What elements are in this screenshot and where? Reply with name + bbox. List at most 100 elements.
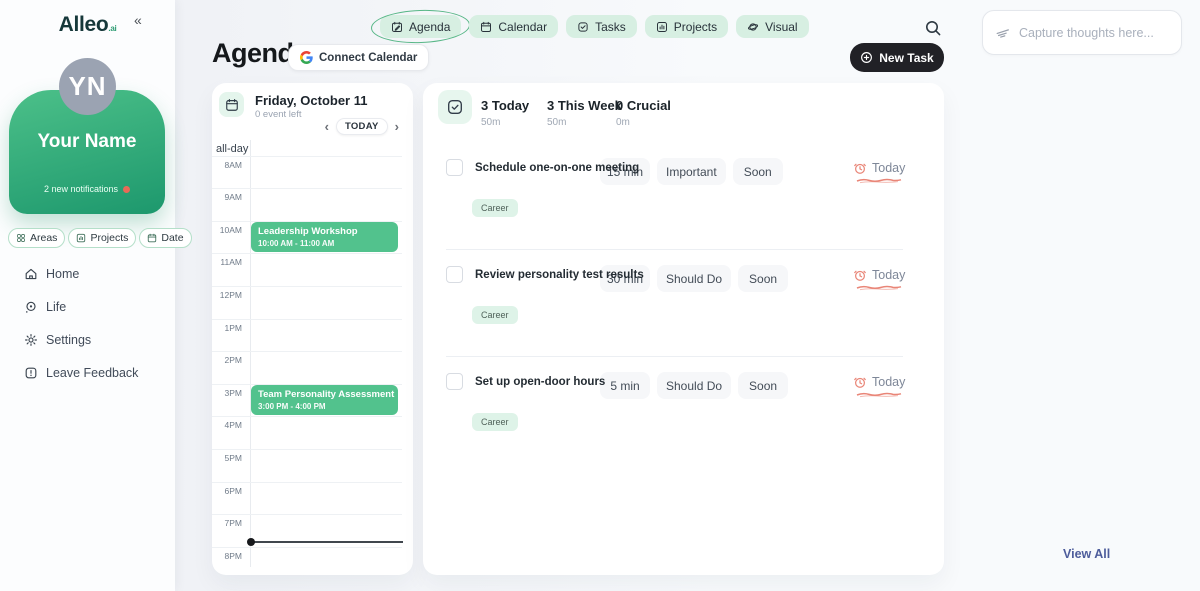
hour-label-6pm: 6PM (212, 486, 242, 496)
calendar-event[interactable]: Team Personality Assessment 3:00 PM - 4:… (251, 385, 398, 415)
hour-label-11am: 11AM (212, 257, 242, 267)
hour-line (212, 514, 402, 515)
event-time: 3:00 PM - 4:00 PM (258, 402, 391, 411)
due-label: Today (872, 161, 905, 175)
hour-label-12pm: 12PM (212, 290, 242, 300)
tab-tasks[interactable]: Tasks (566, 15, 637, 38)
scribble-icon (995, 25, 1011, 41)
task-checkbox[interactable] (446, 373, 463, 390)
priority-chip[interactable]: Should Do (657, 265, 731, 292)
task-tags: Career (472, 413, 518, 431)
tasks-icon (577, 21, 589, 33)
task-checkbox[interactable] (446, 159, 463, 176)
timing-chip[interactable]: Soon (738, 372, 788, 399)
filter-pill-projects[interactable]: Projects (68, 228, 136, 248)
timing-chip[interactable]: Soon (738, 265, 788, 292)
task-checkbox[interactable] (446, 266, 463, 283)
tag-career[interactable]: Career (472, 306, 518, 324)
hour-line (212, 449, 402, 450)
tag-career[interactable]: Career (472, 199, 518, 217)
task-due[interactable]: Today (853, 375, 905, 389)
plus-circle-icon (860, 51, 873, 64)
task-due[interactable]: Today (853, 268, 905, 282)
stat-duration: 50m (547, 117, 622, 128)
task-title[interactable]: Set up open-door hours (475, 376, 605, 388)
notification-dot (123, 186, 130, 193)
life-icon (24, 300, 38, 314)
tag-career[interactable]: Career (472, 413, 518, 431)
filter-pill-areas[interactable]: Areas (8, 228, 65, 248)
tab-visual[interactable]: Visual (736, 15, 808, 38)
stat-duration: 0m (616, 117, 671, 128)
task-due[interactable]: Today (853, 161, 905, 175)
search-icon[interactable] (924, 19, 942, 37)
alarm-icon (853, 375, 867, 389)
timing-chip[interactable]: Soon (733, 158, 783, 185)
event-time: 10:00 AM - 11:00 AM (258, 239, 391, 248)
task-stat: 0 Crucial 0m (616, 98, 671, 128)
sidebar: Alleo.ai « YN Your Name 2 new notificati… (0, 0, 175, 591)
current-time-dot (247, 538, 255, 546)
projects-mini-icon (76, 233, 86, 243)
sidebar-item-leave-feedback[interactable]: Leave Feedback (24, 365, 138, 380)
sidebar-nav: Home Life Settings Leave Feedback (24, 266, 138, 380)
calendar-event[interactable]: Leadership Workshop 10:00 AM - 11:00 AM (251, 222, 398, 252)
filter-pill-date[interactable]: Date (139, 228, 191, 248)
hour-label-10am: 10AM (212, 225, 242, 235)
tab-agenda[interactable]: Agenda (380, 15, 461, 38)
alarm-icon (853, 268, 867, 282)
app-root: Alleo.ai « YN Your Name 2 new notificati… (0, 0, 1200, 591)
agenda-icon (391, 21, 403, 33)
tab-calendar[interactable]: Calendar (469, 15, 558, 38)
new-task-button[interactable]: New Task (850, 43, 944, 72)
sidebar-item-settings[interactable]: Settings (24, 332, 138, 347)
connect-calendar-button[interactable]: Connect Calendar (288, 44, 429, 71)
date-icon (147, 233, 157, 243)
priority-chip[interactable]: Should Do (657, 372, 731, 399)
task-stat: 3 Today 50m (481, 98, 529, 128)
alleo-logo[interactable]: Alleo.ai (0, 13, 175, 37)
event-title: Team Personality Assessment (258, 389, 391, 400)
hour-label-2pm: 2PM (212, 355, 242, 365)
view-all-link[interactable]: View All (1063, 547, 1110, 561)
hour-line (212, 188, 402, 189)
task-tags: Career (472, 306, 518, 324)
task-row: Schedule one-on-one meeting 15 min Impor… (423, 158, 944, 258)
due-label: Today (872, 268, 905, 282)
hour-label-8am: 8AM (212, 160, 242, 170)
due-underline-squiggle (856, 285, 902, 291)
hour-label-7pm: 7PM (212, 518, 242, 528)
grid-vertical-divider (250, 140, 251, 567)
stat-duration: 50m (481, 117, 529, 128)
stat-title: 3 This Week (547, 98, 622, 113)
task-title[interactable]: Schedule one-on-one meeting (475, 162, 639, 174)
projects-icon (656, 21, 668, 33)
hour-line (212, 319, 402, 320)
task-title[interactable]: Review personality test results (475, 269, 644, 281)
settings-icon (24, 333, 38, 347)
task-row: Set up open-door hours 5 min Should Do S… (423, 372, 944, 472)
hour-line (212, 416, 402, 417)
capture-input[interactable] (1019, 26, 1169, 40)
hour-line (212, 253, 402, 254)
avatar[interactable]: YN (59, 58, 116, 115)
sidebar-collapse-icon[interactable]: « (134, 12, 142, 28)
duration-chip[interactable]: 5 min (600, 372, 650, 399)
calendar-grid: all-day 8AM9AM10AM11AM12PM1PM2PM3PM4PM5P… (212, 83, 413, 575)
alarm-icon (853, 161, 867, 175)
due-underline-squiggle (856, 392, 902, 398)
calendar-panel: Friday, October 11 0 event left ‹ TODAY … (212, 83, 413, 575)
notifications-text: 2 new notifications (9, 184, 165, 194)
event-title: Leadership Workshop (258, 226, 391, 237)
tasks-panel-icon (438, 90, 472, 124)
task-divider (446, 356, 903, 357)
task-row: Review personality test results 30 min S… (423, 265, 944, 365)
tab-projects[interactable]: Projects (645, 15, 728, 38)
hour-label-9am: 9AM (212, 192, 242, 202)
sidebar-item-life[interactable]: Life (24, 299, 138, 314)
calendar-icon (480, 21, 492, 33)
sidebar-item-home[interactable]: Home (24, 266, 138, 281)
hour-line (212, 351, 402, 352)
capture-box (982, 10, 1182, 55)
priority-chip[interactable]: Important (657, 158, 726, 185)
